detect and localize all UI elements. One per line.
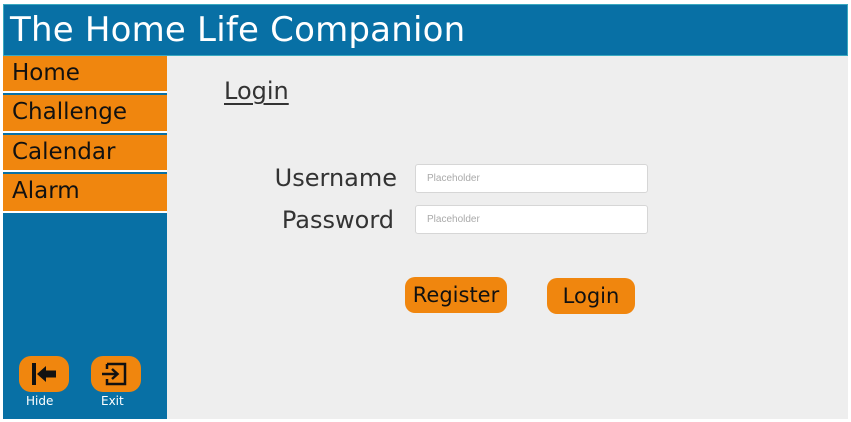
sidebar-item-label: Calendar <box>12 139 116 165</box>
login-button[interactable]: Login <box>547 278 635 314</box>
sidebar-item-home[interactable]: Home <box>3 56 167 93</box>
username-label: Username <box>274 164 397 192</box>
app-header: The Home Life Companion <box>3 4 848 56</box>
sidebar-item-label: Alarm <box>12 178 80 204</box>
password-label: Password <box>281 206 394 234</box>
sidebar: Home Challenge Calendar Alarm Hide Exit <box>3 56 167 419</box>
sidebar-item-challenge[interactable]: Challenge <box>3 95 167 133</box>
sidebar-item-calendar[interactable]: Calendar <box>3 135 167 172</box>
username-field[interactable] <box>415 164 648 193</box>
sidebar-item-alarm[interactable]: Alarm <box>3 174 167 213</box>
password-field[interactable] <box>415 205 648 234</box>
app-window: The Home Life Companion Home Challenge C… <box>3 4 848 419</box>
exit-button[interactable] <box>91 356 141 392</box>
exit-label: Exit <box>101 394 124 408</box>
main-content: Login Username Password Register Login <box>167 56 848 419</box>
hide-label: Hide <box>26 394 54 408</box>
arrow-to-bar-left-icon <box>32 363 56 385</box>
app-title: The Home Life Companion <box>10 10 466 50</box>
sidebar-item-label: Home <box>12 60 80 86</box>
register-button[interactable]: Register <box>405 277 507 313</box>
page-title: Login <box>224 77 289 105</box>
hide-button[interactable] <box>19 356 69 392</box>
sidebar-item-label: Challenge <box>12 99 127 125</box>
exit-icon <box>102 362 127 386</box>
